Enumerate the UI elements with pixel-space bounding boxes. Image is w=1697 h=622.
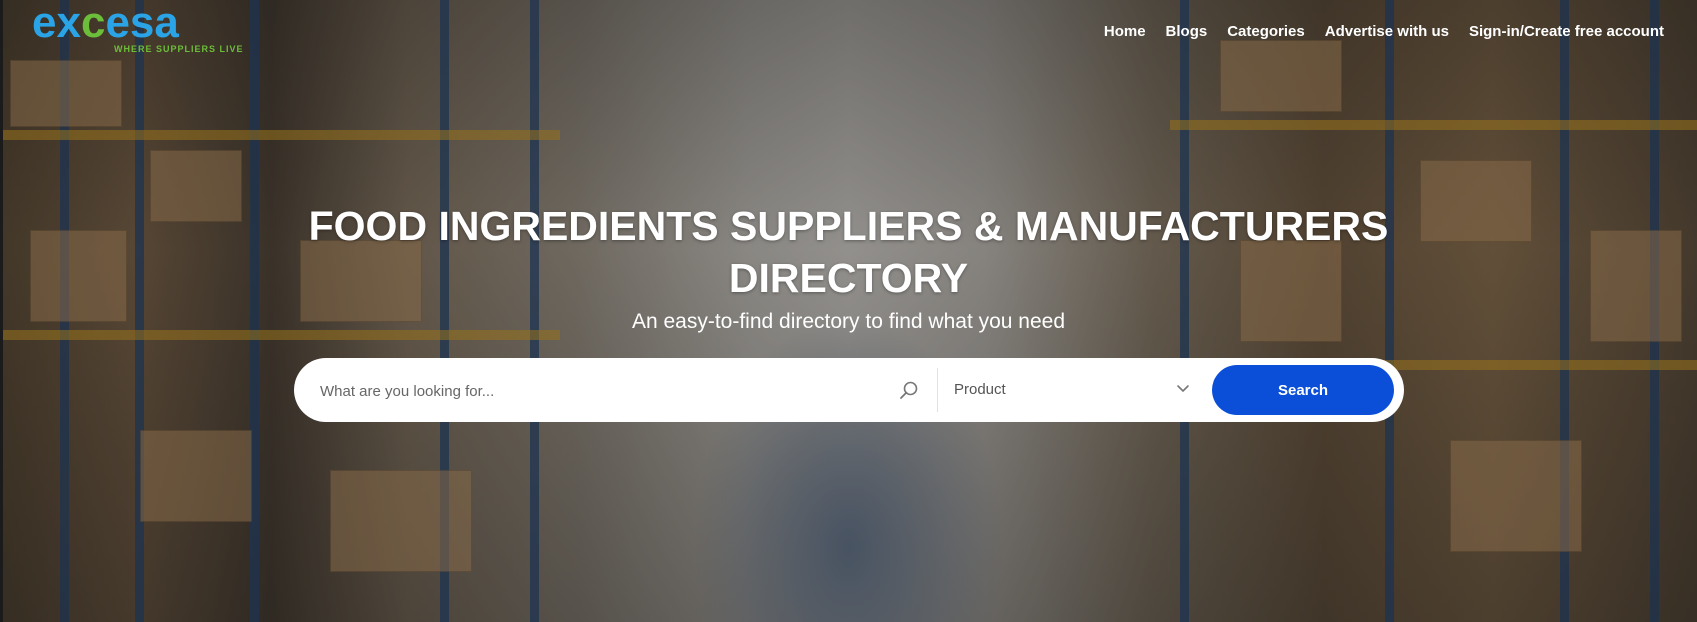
nav-categories[interactable]: Categories	[1227, 23, 1305, 40]
search-divider	[937, 368, 938, 412]
page-title-line2: DIRECTORY	[728, 255, 969, 301]
category-select-value: Product	[954, 381, 1006, 398]
search-input[interactable]	[318, 376, 882, 406]
nav-blogs[interactable]: Blogs	[1166, 23, 1208, 40]
logo-wordmark: excesa	[32, 0, 179, 47]
page-title-line1: FOOD INGREDIENTS SUPPLIERS & MANUFACTURE…	[308, 203, 1389, 249]
logo-tagline: WHERE SUPPLIERS LIVE	[114, 44, 244, 54]
hero-section: excesa WHERE SUPPLIERS LIVE Home Blogs C…	[0, 0, 1697, 622]
search-button[interactable]: Search	[1212, 365, 1394, 415]
search-bar: Product Search	[294, 358, 1404, 422]
page-subtitle: An easy-to-find directory to find what y…	[631, 310, 1066, 333]
chevron-down-icon	[1177, 385, 1189, 392]
nav-home[interactable]: Home	[1104, 23, 1146, 40]
nav-advertise[interactable]: Advertise with us	[1325, 23, 1449, 40]
nav-sign-in[interactable]: Sign-in/Create free account	[1469, 23, 1664, 40]
top-nav: Home Blogs Categories Advertise with us …	[1084, 23, 1664, 40]
logo[interactable]: excesa WHERE SUPPLIERS LIVE	[32, 0, 243, 54]
search-icon[interactable]	[899, 380, 919, 400]
page-title: FOOD INGREDIENTS SUPPLIERS & MANUFACTURE…	[0, 200, 1697, 304]
category-select[interactable]: Product	[954, 358, 1194, 422]
